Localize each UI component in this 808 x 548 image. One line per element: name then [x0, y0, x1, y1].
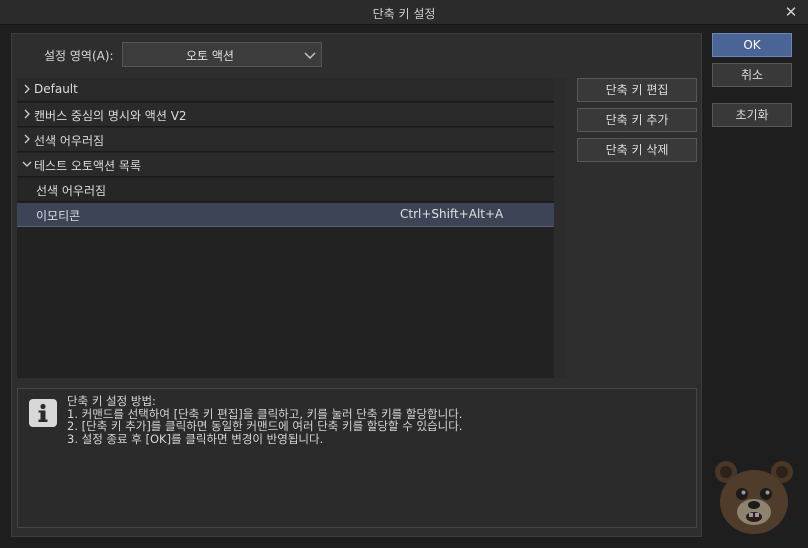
chevron-right-icon[interactable] [21, 108, 33, 120]
settings-area-label: 설정 영역(A): [44, 49, 114, 63]
reset-button[interactable]: 초기화 [712, 103, 792, 127]
edit-shortcut-button[interactable]: 단축 키 편집 [577, 78, 697, 102]
delete-shortcut-button[interactable]: 단축 키 삭제 [577, 138, 697, 162]
window-title: 단축 키 설정 [372, 7, 436, 21]
bear-mascot-icon [715, 461, 793, 534]
tree-row-test-autoaction[interactable]: 테스트 오토액션 목록 [17, 153, 554, 177]
close-icon: ✕ [784, 3, 798, 21]
chevron-right-icon[interactable] [21, 133, 33, 145]
tree-row-color-blend[interactable]: 선색 어우러짐 [17, 128, 554, 152]
vertical-scrollbar[interactable] [554, 78, 567, 378]
chevron-down-icon [304, 52, 316, 59]
tree-row-label: Default [34, 82, 78, 96]
settings-area-select[interactable]: 오토 액션 [122, 42, 322, 67]
close-button[interactable]: ✕ [782, 3, 800, 21]
shortcut-tree[interactable]: Default 캔버스 중심의 명시와 액션 V2 선색 어우러짐 테스트 오토… [17, 78, 567, 378]
tree-row-default[interactable]: Default [17, 78, 554, 102]
tree-row-child-color-blend[interactable]: 선색 어우러짐 [17, 178, 554, 202]
chevron-down-icon[interactable] [21, 158, 33, 170]
settings-area-value: 오토 액션 [186, 49, 234, 63]
tree-row-label: 캔버스 중심의 명시와 액션 V2 [34, 109, 187, 123]
tree-row-label: 선색 어우러짐 [34, 134, 105, 148]
cancel-button[interactable]: 취소 [712, 63, 792, 87]
info-icon [29, 399, 57, 427]
tree-row-canvas-actions[interactable]: 캔버스 중심의 명시와 액션 V2 [17, 103, 554, 127]
tree-row-label: 이모티콘 [36, 209, 81, 223]
add-shortcut-button[interactable]: 단축 키 추가 [577, 108, 697, 132]
shortcut-value: Ctrl+Shift+Alt+A [400, 207, 504, 221]
info-line: 3. 설정 종료 후 [OK]를 클릭하면 변경이 반영됩니다. [67, 431, 324, 446]
tree-row-label: 테스트 오토액션 목록 [34, 159, 141, 173]
info-text: 단축 키 설정 방법: 1. 커맨드를 선택하여 [단축 키 편집]을 클릭하고… [67, 395, 687, 445]
tree-row-emoticon[interactable]: 이모티콘 Ctrl+Shift+Alt+A [17, 203, 554, 227]
tree-row-label: 선색 어우러짐 [36, 184, 107, 198]
chevron-right-icon[interactable] [21, 83, 33, 95]
title-bar: 단축 키 설정 ✕ [0, 0, 808, 25]
info-line: 2. [단축 키 추가]를 클릭하면 동일한 커맨드에 여러 단축 키를 할당할… [67, 419, 463, 433]
info-line: 단축 키 설정 방법: [67, 394, 156, 408]
ok-button[interactable]: OK [712, 33, 792, 57]
